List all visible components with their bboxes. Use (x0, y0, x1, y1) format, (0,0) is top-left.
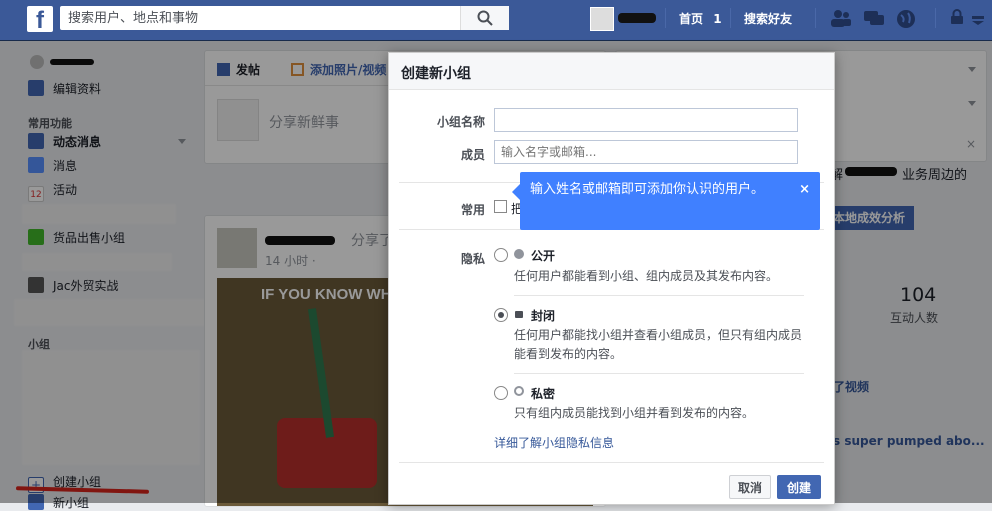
privacy-option-title: 私密 (531, 387, 556, 401)
divider (665, 8, 666, 28)
favorites-checkbox[interactable] (494, 200, 507, 213)
privacy-radio-closed[interactable] (494, 308, 508, 322)
globe-icon (514, 249, 524, 259)
messages-icon[interactable] (863, 9, 885, 27)
nav-home-label: 首页 (679, 12, 704, 26)
facebook-logo[interactable]: f (27, 6, 53, 34)
privacy-radio-secret[interactable] (494, 386, 508, 400)
search-box (60, 6, 509, 30)
group-name-input[interactable] (494, 108, 798, 132)
divider (730, 8, 731, 28)
friend-requests-icon[interactable] (830, 9, 852, 27)
divider (399, 462, 824, 463)
privacy-learn-more-link[interactable]: 详细了解小组隐私信息 (494, 434, 614, 451)
group-name-label: 小组名称 (436, 115, 485, 129)
search-input[interactable] (60, 6, 478, 30)
privacy-option-title: 封闭 (531, 309, 556, 323)
privacy-radio-public[interactable] (494, 248, 508, 262)
divider (815, 8, 816, 28)
divider (514, 295, 804, 296)
profile-avatar[interactable] (590, 7, 614, 31)
search-button[interactable] (460, 6, 509, 30)
nav-home[interactable]: 首页 1 (679, 10, 722, 27)
settings-menu-icon[interactable] (970, 9, 992, 27)
lock-icon (515, 311, 523, 318)
tooltip-close-icon[interactable]: × (799, 182, 810, 197)
privacy-option-desc: 任何用户都能找小组并查看小组成员，但只有组内成员能看到发布的内容。 (514, 328, 803, 361)
search-icon (477, 10, 493, 26)
create-button[interactable]: 创建 (777, 475, 821, 499)
cancel-button[interactable]: 取消 (729, 475, 771, 499)
redacted-name (618, 13, 656, 23)
nav-home-count: 1 (713, 12, 722, 26)
dialog-header: 创建新小组 (389, 53, 834, 90)
privacy-option-title: 公开 (531, 249, 556, 263)
globe-icon[interactable] (896, 9, 918, 28)
nav-find-friends[interactable]: 搜索好友 (744, 10, 792, 27)
dialog-title: 创建新小组 (401, 66, 471, 82)
privacy-lock-icon[interactable] (950, 9, 972, 27)
tooltip-arrow (512, 184, 520, 200)
members-tooltip: 输入姓名或邮箱即可添加你认识的用户。 × (512, 172, 820, 230)
privacy-label: 隐私 (460, 252, 485, 266)
create-group-dialog: 创建新小组 小组名称 成员 常用 把 隐私 公开 任何用户都能看到小组、组内成员… (388, 52, 835, 505)
privacy-option-desc: 只有组内成员能找到小组并看到发布的内容。 (514, 406, 755, 420)
members-input[interactable] (494, 140, 798, 164)
privacy-option-desc: 任何用户都能看到小组、组内成员及其发布内容。 (514, 269, 779, 283)
divider (935, 8, 936, 28)
divider (514, 373, 804, 374)
top-bar: f 首页 1 搜索好友 (0, 0, 992, 41)
secret-lock-icon (514, 386, 524, 396)
favorites-label: 常用 (460, 203, 485, 217)
members-label: 成员 (460, 148, 485, 162)
tooltip-text: 输入姓名或邮箱即可添加你认识的用户。 (530, 182, 765, 197)
